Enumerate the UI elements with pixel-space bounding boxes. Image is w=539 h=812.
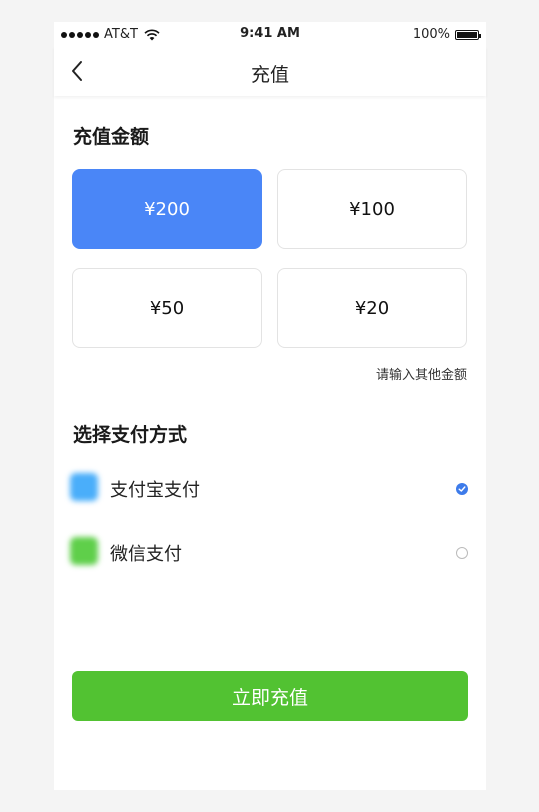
navigation-bar: 充值 bbox=[54, 46, 486, 96]
amount-label: ¥200 bbox=[144, 198, 190, 220]
submit-label: 立即充值 bbox=[231, 686, 308, 709]
amount-option-50[interactable]: ¥50 bbox=[72, 268, 262, 348]
phone-screen: AT&T 9:41 AM 100% 充值 充值金额 ¥200 ¥100 ¥50 … bbox=[54, 22, 486, 790]
amount-label: ¥50 bbox=[149, 297, 185, 319]
other-amount-link[interactable]: 请输入其他金额 bbox=[376, 364, 467, 383]
page-title: 充值 bbox=[250, 64, 289, 86]
payment-method-label: 微信支付 bbox=[110, 544, 182, 565]
recharge-submit-button[interactable]: 立即充值 bbox=[72, 671, 468, 721]
payment-method-label: 支付宝支付 bbox=[110, 480, 200, 501]
status-bar: AT&T 9:41 AM 100% bbox=[54, 22, 486, 46]
alipay-icon bbox=[70, 473, 98, 501]
payment-method-wechat[interactable]: 微信支付 bbox=[70, 535, 468, 569]
status-right: 100% bbox=[412, 27, 481, 42]
amount-label: ¥20 bbox=[354, 297, 390, 319]
wechat-icon bbox=[70, 537, 98, 565]
battery-percent: 100% bbox=[412, 27, 450, 42]
amount-label: ¥100 bbox=[349, 198, 395, 220]
amount-section-title: 充值金额 bbox=[73, 126, 150, 148]
amount-option-200[interactable]: ¥200 bbox=[72, 169, 262, 249]
battery-icon bbox=[455, 29, 481, 40]
radio-unchecked-icon[interactable] bbox=[456, 547, 468, 559]
radio-checked-icon[interactable] bbox=[456, 483, 468, 495]
amount-option-20[interactable]: ¥20 bbox=[277, 268, 467, 348]
amount-option-100[interactable]: ¥100 bbox=[277, 169, 467, 249]
payment-method-alipay[interactable]: 支付宝支付 bbox=[70, 471, 468, 505]
payment-section-title: 选择支付方式 bbox=[73, 424, 188, 446]
